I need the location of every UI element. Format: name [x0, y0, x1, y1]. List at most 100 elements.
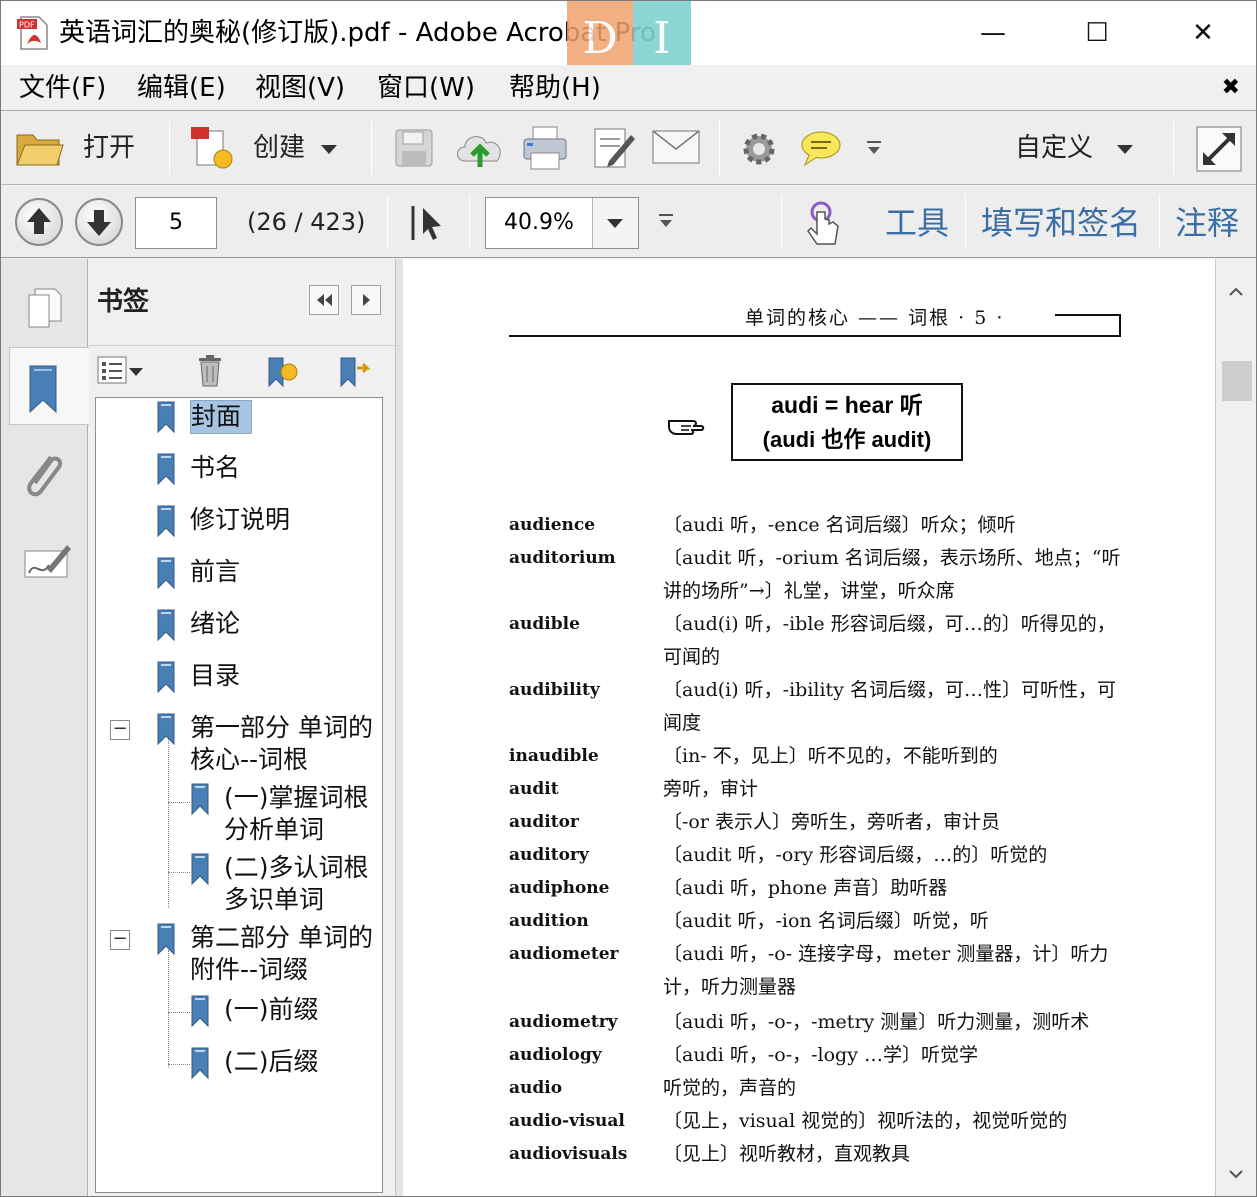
entry-definition: 〔aud(i) 听，-ibility 名词后缀，可…性〕可听性，可闻度 [663, 679, 1116, 734]
toolbar-separator [371, 121, 372, 175]
maximize-button[interactable]: ☐ [1071, 9, 1123, 57]
fill-and-sign-link[interactable]: 填写和签名 [981, 203, 1141, 243]
minimize-button[interactable]: — [967, 9, 1019, 57]
customize-button[interactable]: 自定义 [1015, 131, 1093, 165]
toolbar-separator [781, 196, 782, 250]
bookmark-options-icon[interactable] [97, 356, 147, 386]
previous-page-button[interactable] [15, 198, 63, 246]
bookmark-item-cover[interactable]: 封面 [154, 400, 253, 434]
close-button[interactable]: ✕ [1177, 9, 1229, 57]
navigation-rail [1, 259, 89, 1196]
bookmarks-tab[interactable] [9, 347, 89, 425]
root-variant: (audi 也作 audit) [762, 427, 932, 452]
scroll-thumb[interactable] [1222, 361, 1252, 401]
bookmark-item-preface[interactable]: 前言 [154, 556, 240, 590]
entry-word: audibility [509, 680, 600, 700]
page-thumbnails-tab[interactable] [11, 265, 79, 343]
tools-link[interactable]: 工具 [885, 203, 949, 243]
select-cursor-icon[interactable] [407, 202, 447, 244]
entry-word: audiphone [509, 878, 610, 898]
page-number-input[interactable]: 5 [135, 197, 217, 249]
zoom-value[interactable]: 40.9% [486, 198, 592, 248]
bookmark-icon [191, 783, 209, 816]
toolbar-separator [1159, 194, 1160, 248]
create-button[interactable]: 创建 [253, 131, 305, 165]
comment-link[interactable]: 注释 [1175, 203, 1239, 243]
save-icon[interactable] [393, 127, 435, 169]
pdf-file-icon: PDF [17, 16, 48, 50]
bookmark-item-part1-sub2[interactable]: (二)多认词根 多识单词 [188, 852, 369, 916]
bookmark-icon [157, 505, 175, 538]
bookmark-label: (二)后缀 [224, 1047, 319, 1076]
bookmark-icon [191, 1047, 209, 1080]
next-page-button[interactable] [75, 198, 123, 246]
menu-help[interactable]: 帮助(H) [509, 71, 601, 105]
toolbar-separator [965, 194, 966, 248]
collapse-toggle-part2[interactable]: − [110, 930, 130, 950]
expand-bookmark-icon[interactable] [337, 354, 371, 390]
open-folder-icon[interactable] [15, 127, 65, 169]
bookmark-item-revision-notes[interactable]: 修订说明 [154, 504, 290, 538]
attachments-tab[interactable] [11, 435, 79, 513]
arrow-up-icon [27, 208, 51, 234]
chevron-down-icon [607, 219, 623, 228]
document-view[interactable]: 单词的核心 —— 词根 · 5 · audi = hear 听 (audi 也作… [403, 259, 1215, 1196]
bookmark-icon [157, 713, 175, 746]
bookmark-label: 附件--词缀 [190, 955, 309, 984]
bookmark-label: 核心--词根 [190, 745, 309, 774]
close-document-icon[interactable]: ✖ [1222, 75, 1240, 100]
menu-edit[interactable]: 编辑(E) [137, 71, 226, 105]
menu-view[interactable]: 视图(V) [255, 71, 345, 105]
customize-caret-icon[interactable] [1117, 145, 1133, 154]
bookmark-label: 书名 [190, 453, 241, 482]
bookmark-item-part2[interactable]: 第二部分 单词的 附件--词缀 [154, 922, 373, 986]
collapse-toggle-part1[interactable]: − [110, 720, 130, 740]
bookmark-label: (二)多认词根 [224, 853, 369, 882]
collapse-panel-button[interactable] [309, 285, 339, 315]
bookmark-item-introduction[interactable]: 绪论 [154, 608, 240, 642]
zoom-select[interactable]: 40.9% [485, 197, 639, 249]
signatures-tab[interactable] [11, 523, 79, 601]
expand-icon[interactable] [1195, 125, 1243, 173]
edit-document-icon[interactable] [591, 125, 637, 171]
entry-definition: 旁听，审计 [663, 778, 759, 800]
gear-icon[interactable] [739, 129, 779, 169]
create-pdf-icon[interactable] [189, 125, 235, 171]
comment-bubble-icon[interactable] [799, 129, 843, 167]
entry-definition: 〔-or 表示人〕旁听生，旁听者，审计员 [663, 811, 1000, 833]
vertical-scrollbar[interactable] [1215, 259, 1256, 1196]
scroll-down-icon[interactable] [1216, 1159, 1256, 1189]
bookmark-label: 封面 [190, 400, 253, 434]
touch-hand-icon[interactable] [803, 200, 843, 246]
cloud-upload-icon[interactable] [453, 125, 507, 171]
bookmark-icon [157, 923, 175, 956]
create-caret-icon[interactable] [321, 145, 337, 154]
bookmark-item-suffixes[interactable]: (二)后缀 [188, 1046, 319, 1080]
bookmark-icon [157, 453, 175, 486]
trash-icon[interactable] [197, 354, 223, 388]
menu-window[interactable]: 窗口(W) [377, 71, 475, 105]
toolbar-overflow-icon[interactable] [865, 139, 883, 157]
menu-file[interactable]: 文件(F) [19, 71, 106, 105]
panel-splitter[interactable] [395, 259, 403, 1196]
pointing-hand-icon [668, 420, 705, 435]
zoom-dropdown-button[interactable] [592, 198, 638, 248]
bookmark-label: 修订说明 [190, 505, 291, 534]
nav-overflow-icon[interactable] [657, 212, 675, 230]
bookmark-item-prefixes[interactable]: (一)前缀 [188, 994, 319, 1028]
open-button[interactable]: 打开 [83, 131, 135, 165]
bookmark-item-book-title[interactable]: 书名 [154, 452, 240, 486]
panel-options-button[interactable] [351, 285, 381, 315]
print-icon[interactable] [521, 125, 569, 171]
entry-word: inaudible [509, 746, 599, 766]
bookmark-item-contents[interactable]: 目录 [154, 660, 240, 694]
new-bookmark-icon[interactable] [265, 354, 299, 390]
bookmark-label: (一)掌握词根 [224, 783, 369, 812]
scroll-up-icon[interactable] [1216, 277, 1256, 307]
bookmark-item-part1-sub1[interactable]: (一)掌握词根 分析单词 [188, 782, 369, 846]
bookmark-label: (一)前缀 [224, 995, 319, 1024]
email-icon[interactable] [651, 129, 701, 165]
running-header: 单词的核心 —— 词根 · 5 · [745, 307, 1005, 329]
toolbar-separator [387, 196, 388, 250]
bookmark-item-part1[interactable]: 第一部分 单词的 核心--词根 [154, 712, 373, 776]
